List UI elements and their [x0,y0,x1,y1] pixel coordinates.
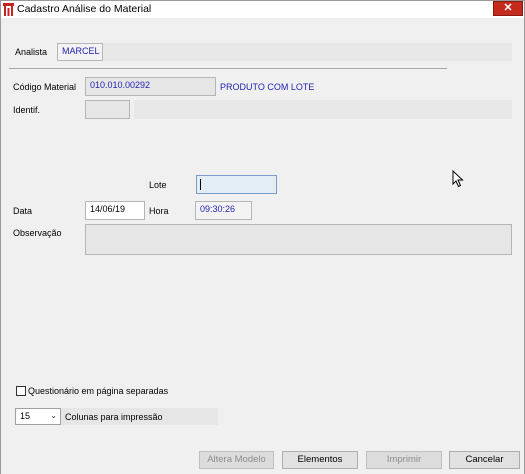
observacao-label: Observação [13,228,62,238]
altera-modelo-button[interactable]: Altera Modelo [199,451,274,469]
data-label: Data [13,206,33,216]
lote-label: Lote [149,180,167,190]
identif-label: Identif. [13,105,41,115]
text-caret [200,179,201,190]
questionario-label[interactable]: Questionário em página separadas [28,386,168,396]
questionario-checkbox[interactable] [16,386,26,396]
data-field[interactable]: 14/06/19 [85,201,145,220]
identif-field[interactable] [85,100,130,119]
codigo-material-field[interactable]: 010.010.00292 [85,77,216,96]
identif-strip [134,100,512,119]
colunas-select[interactable]: 15 ⌄ [15,408,61,425]
window-title: Cadastro Análise do Material [17,3,152,15]
title-bar: Cadastro Análise do Material ✕ [1,1,524,18]
codigo-material-label: Código Material [13,82,77,92]
colunas-label: Colunas para impressão [65,412,163,422]
app-logo-icon [3,3,14,16]
observacao-field[interactable] [85,224,512,255]
chevron-down-icon: ⌄ [50,411,57,420]
close-button[interactable]: ✕ [493,1,523,16]
cancelar-button[interactable]: Cancelar [449,451,520,469]
imprimir-button[interactable]: Imprimir [366,451,442,469]
produto-strip [216,77,512,96]
hora-label: Hora [149,206,169,216]
separator [9,68,447,69]
mouse-cursor-icon [452,170,464,188]
elementos-button[interactable]: Elementos [282,451,358,469]
dialog-window: Cadastro Análise do Material ✕ Analista … [0,0,525,474]
analista-label: Analista [15,47,48,57]
analista-name-strip [103,43,512,61]
analista-field[interactable]: MARCEL [57,43,103,61]
colunas-value: 15 [20,411,31,421]
lote-input[interactable] [196,175,277,194]
hora-field[interactable]: 09:30:26 [195,201,252,220]
